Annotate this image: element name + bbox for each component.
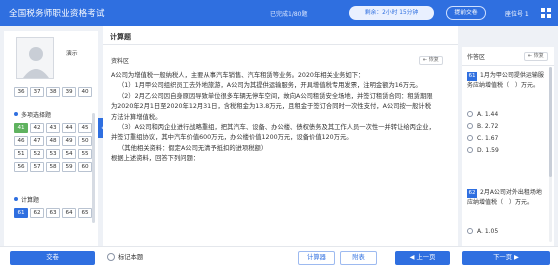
option-a[interactable]: A. 1.44 — [467, 108, 545, 120]
question-number[interactable]: 44 — [62, 123, 76, 133]
restore-material-button[interactable]: ⇤ 恢复 — [419, 56, 443, 65]
answer-scrollbar[interactable] — [549, 67, 552, 242]
question-number[interactable]: 62 — [30, 208, 44, 218]
question-number[interactable]: 39 — [62, 87, 76, 97]
divider — [462, 65, 554, 66]
options-62: A. 1.05 — [467, 225, 545, 237]
radio-button[interactable] — [467, 111, 473, 117]
question-text: 1月为甲公司提供运输服务应纳增值税（ ）万元。 — [467, 72, 544, 89]
question-number[interactable]: 57 — [30, 162, 44, 172]
material-panel: 计算题 资料区 ⇤ 恢复 A公司为增值税一般纳税人，主要从事汽车销售、汽车租赁等… — [103, 26, 458, 246]
radio-button[interactable] — [467, 123, 473, 129]
question-number[interactable]: 50 — [78, 136, 92, 146]
question-number[interactable]: 41 — [14, 123, 28, 133]
question-61: 61 1月为甲公司提供运输服务应纳增值税（ ）万元。 — [467, 71, 545, 91]
question-number[interactable]: 36 — [14, 87, 28, 97]
options-61: A. 1.44 B. 2.72 C. 1.67 D. 1.59 — [467, 108, 545, 156]
question-text: 2月A公司对外出租场地应纳增值税（ ）万元。 — [467, 189, 542, 206]
submit-exam-button[interactable]: 交卷 — [10, 251, 95, 265]
top-bar: 全国税务师职业资格考试 已完成1/80题 剩余：2小时 15分钟 提前交卷 座位… — [0, 0, 558, 26]
radio-button[interactable] — [467, 147, 473, 153]
scrollbar-thumb[interactable] — [549, 67, 552, 177]
question-number[interactable]: 52 — [30, 149, 44, 159]
flag-icon — [107, 252, 115, 261]
question-number[interactable]: 55 — [78, 149, 92, 159]
question-grid-calc: 61 62 63 64 65 — [14, 208, 94, 218]
section-multi-choice: 多项选择题 — [14, 110, 51, 119]
question-number[interactable]: 54 — [62, 149, 76, 159]
avatar — [16, 37, 54, 79]
question-number[interactable]: 46 — [14, 136, 28, 146]
question-number[interactable]: 61 — [14, 208, 28, 218]
material-paragraph: （1）1月甲公司组织员工去外地旅游，A公司为其提供运输服务，开具增值税专用发票，… — [118, 82, 422, 90]
question-number[interactable]: 60 — [78, 162, 92, 172]
material-paragraph: 根据上述资料，回答下列问题： — [111, 155, 200, 163]
question-number[interactable]: 49 — [62, 136, 76, 146]
answered-count: 已完成1/80题 — [270, 11, 308, 18]
question-grid-single: 36 37 38 39 40 — [14, 87, 94, 97]
question-number[interactable]: 64 — [62, 208, 76, 218]
next-page-button[interactable]: 下一页 ▶ — [462, 251, 550, 265]
countdown-timer: 剩余：2小时 15分钟 — [349, 6, 434, 20]
question-number[interactable]: 53 — [46, 149, 60, 159]
question-navigator: 演示 36 37 38 39 40 多项选择题 41 42 43 44 45 4… — [4, 31, 98, 272]
option-d[interactable]: D. 1.59 — [467, 144, 545, 156]
navigator-scrollbar[interactable] — [92, 113, 95, 223]
previous-page-button[interactable]: ◀ 上一页 — [395, 251, 450, 265]
question-number[interactable]: 51 — [14, 149, 28, 159]
question-grid-multi: 41 42 43 44 45 46 47 48 49 50 51 52 53 5… — [14, 123, 94, 172]
question-number[interactable]: 58 — [46, 162, 60, 172]
question-number[interactable]: 45 — [78, 123, 92, 133]
answer-label: 作答区 — [467, 54, 486, 61]
material-paragraph: （3）A公司和丙企业进行战略重组，把其汽车、设备、办公楼、债权债务及其工作人员一… — [118, 124, 435, 132]
question-number[interactable]: 59 — [62, 162, 76, 172]
question-number[interactable]: 43 — [46, 123, 60, 133]
material-paragraph: 方法计算增值税。 — [111, 113, 162, 121]
radio-button[interactable] — [467, 135, 473, 141]
section-title: 计算题 — [110, 33, 131, 41]
restore-answer-button[interactable]: ⇤ 恢复 — [524, 52, 548, 61]
option-b[interactable]: B. 2.72 — [467, 120, 545, 132]
seat-number: 座位号 1 — [505, 11, 529, 18]
exam-title: 全国税务师职业资格考试 — [9, 9, 105, 19]
material-label: 资料区 — [111, 58, 130, 65]
user-icon — [23, 47, 49, 78]
divider — [103, 44, 458, 45]
material-paragraph: （其他相关资料：假定A公司无清予抵扣的进项税额） — [118, 144, 268, 152]
answer-panel: 作答区 ⇤ 恢复 61 1月为甲公司提供运输服务应纳增值税（ ）万元。 A. 1.… — [462, 47, 554, 246]
section-calculation: 计算题 — [14, 195, 39, 204]
question-number[interactable]: 63 — [46, 208, 60, 218]
option-c[interactable]: C. 1.67 — [467, 132, 545, 144]
question-number[interactable]: 40 — [78, 87, 92, 97]
circle-right-icon: ▶ — [512, 254, 519, 261]
calculator-button[interactable]: 计算器 — [298, 251, 335, 265]
grid-icon[interactable] — [540, 7, 552, 19]
option-a[interactable]: A. 1.05 — [467, 225, 545, 237]
mark-question-toggle[interactable]: 标记本题 — [107, 252, 143, 261]
candidate-name: 演示 — [66, 51, 78, 57]
question-number[interactable]: 56 — [14, 162, 28, 172]
question-number[interactable]: 38 — [46, 87, 60, 97]
material-paragraph: 并签订重组协议，其中汽车价值600万元，办公楼价值1200万元，设备价值120万… — [111, 134, 353, 142]
material-paragraph: 为2020年2月1日至2020年12月31日，含税租金为13.8万元，且租金于签… — [111, 103, 431, 111]
early-submit-button[interactable]: 提前交卷 — [446, 6, 486, 20]
question-number[interactable]: 65 — [78, 208, 92, 218]
material-text: A公司为增值税一般纳税人，主要从事汽车销售、汽车租赁等业务。2020年相关业务如… — [111, 71, 451, 165]
question-number[interactable]: 37 — [30, 87, 44, 97]
question-number-badge: 61 — [467, 72, 477, 81]
question-number[interactable]: 47 — [30, 136, 44, 146]
question-number[interactable]: 42 — [30, 123, 44, 133]
question-number-badge: 62 — [467, 189, 477, 198]
question-number[interactable]: 48 — [46, 136, 60, 146]
question-62: 62 2月A公司对外出租场地应纳增值税（ ）万元。 — [467, 188, 545, 208]
attachment-table-button[interactable]: 附表 — [340, 251, 377, 265]
radio-button[interactable] — [467, 228, 473, 234]
material-paragraph: A公司为增值税一般纳税人，主要从事汽车销售、汽车租赁等业务。2020年相关业务如… — [111, 72, 365, 79]
material-paragraph: （2）2月乙公司因自身原因导致单位很多车辆无停车空间，故向A公司租赁安全场地，并… — [118, 92, 433, 100]
